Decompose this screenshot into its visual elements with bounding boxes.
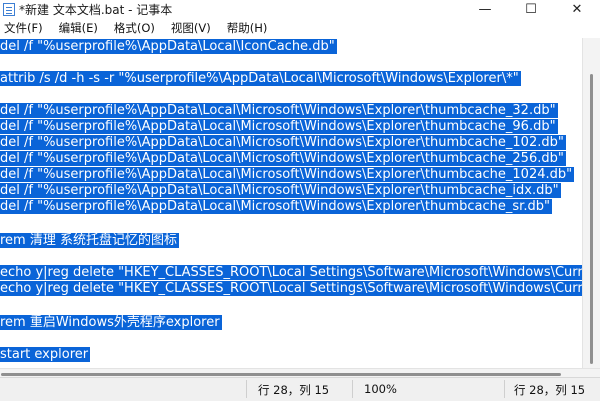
selected-text: rem 重启Windows外壳程序explorer	[0, 315, 222, 330]
selected-text: start explorer	[0, 347, 91, 362]
selected-text: rem 清理 系统托盘记忆的图标	[0, 233, 179, 248]
vertical-scrollbar[interactable]	[582, 38, 600, 368]
editor-line: del /f "%userprofile%\AppData\Local\Micr…	[0, 119, 558, 135]
editor-line: echo y|reg delete "HKEY_CLASSES_ROOT\Loc…	[0, 281, 582, 297]
editor-line: rem 重启Windows外壳程序explorer	[0, 315, 222, 331]
menu-bar: 文件(F) 编辑(E) 格式(O) 视图(V) 帮助(H)	[0, 18, 600, 38]
editor-line: start explorer	[0, 347, 91, 363]
editor-line: del /f "%userprofile%\AppData\Local\Micr…	[0, 151, 566, 167]
maximize-button[interactable]: ☐	[508, 0, 554, 18]
cursor-position-right: 行 28，列 15	[514, 383, 586, 397]
menu-help[interactable]: 帮助(H)	[227, 20, 268, 36]
editor-line: del /f "%userprofile%\AppData\Local\Micr…	[0, 135, 566, 151]
zoom-level: 100%	[364, 382, 397, 396]
cursor-position: 行 28，列 15	[258, 383, 330, 397]
selected-text: del /f "%userprofile%\AppData\Local\Micr…	[0, 167, 575, 182]
selected-text: del /f "%userprofile%\AppData\Local\Micr…	[0, 119, 558, 134]
selected-text: del /f "%userprofile%\AppData\Local\Micr…	[0, 183, 561, 198]
status-bar: 行 28，列 15 100% 行 28，列 15	[0, 377, 600, 401]
editor-line: attrib /s /d -h -s -r "%userprofile%\App…	[0, 71, 521, 87]
menu-file[interactable]: 文件(F)	[4, 20, 43, 36]
editor-line: del /f "%userprofile%\AppData\Local\Micr…	[0, 183, 561, 199]
notepad-icon	[3, 2, 15, 16]
close-button[interactable]: ✕	[554, 0, 600, 18]
selected-text: del /f "%userprofile%\AppData\Local\Micr…	[0, 199, 552, 214]
editor-line: del /f "%userprofile%\AppData\Local\Icon…	[0, 39, 337, 55]
selected-text: del /f "%userprofile%\AppData\Local\Icon…	[0, 39, 337, 54]
selected-text: attrib /s /d -h -s -r "%userprofile%\App…	[0, 71, 521, 86]
window-title: *新建 文本文档.bat - 记事本	[19, 2, 173, 17]
minimize-button[interactable]: —	[462, 0, 508, 18]
horizontal-scroll-thumb[interactable]	[1, 373, 561, 376]
horizontal-scrollbar[interactable]	[0, 368, 600, 377]
selected-text: del /f "%userprofile%\AppData\Local\Micr…	[0, 151, 566, 166]
vertical-scroll-thumb[interactable]	[590, 74, 593, 364]
title-bar: *新建 文本文档.bat - 记事本 — ☐ ✕	[0, 0, 600, 18]
selected-text: del /f "%userprofile%\AppData\Local\Micr…	[0, 135, 566, 150]
editor-line: del /f "%userprofile%\AppData\Local\Micr…	[0, 103, 558, 119]
selected-text: echo y|reg delete "HKEY_CLASSES_ROOT\Loc…	[0, 281, 582, 296]
selected-text: del /f "%userprofile%\AppData\Local\Micr…	[0, 103, 558, 118]
editor-line: del /f "%userprofile%\AppData\Local\Micr…	[0, 199, 552, 215]
menu-format[interactable]: 格式(O)	[114, 20, 155, 36]
editor-line: rem 清理 系统托盘记忆的图标	[0, 233, 179, 249]
status-divider	[352, 380, 353, 398]
editor-line: del /f "%userprofile%\AppData\Local\Micr…	[0, 167, 575, 183]
menu-edit[interactable]: 编辑(E)	[59, 20, 98, 36]
menu-view[interactable]: 视图(V)	[171, 20, 211, 36]
status-divider	[504, 380, 505, 398]
text-editor[interactable]: del /f "%userprofile%\AppData\Local\Icon…	[0, 38, 582, 368]
status-divider	[246, 380, 247, 398]
editor-line: echo y|reg delete "HKEY_CLASSES_ROOT\Loc…	[0, 265, 582, 281]
selected-text: echo y|reg delete "HKEY_CLASSES_ROOT\Loc…	[0, 265, 582, 280]
